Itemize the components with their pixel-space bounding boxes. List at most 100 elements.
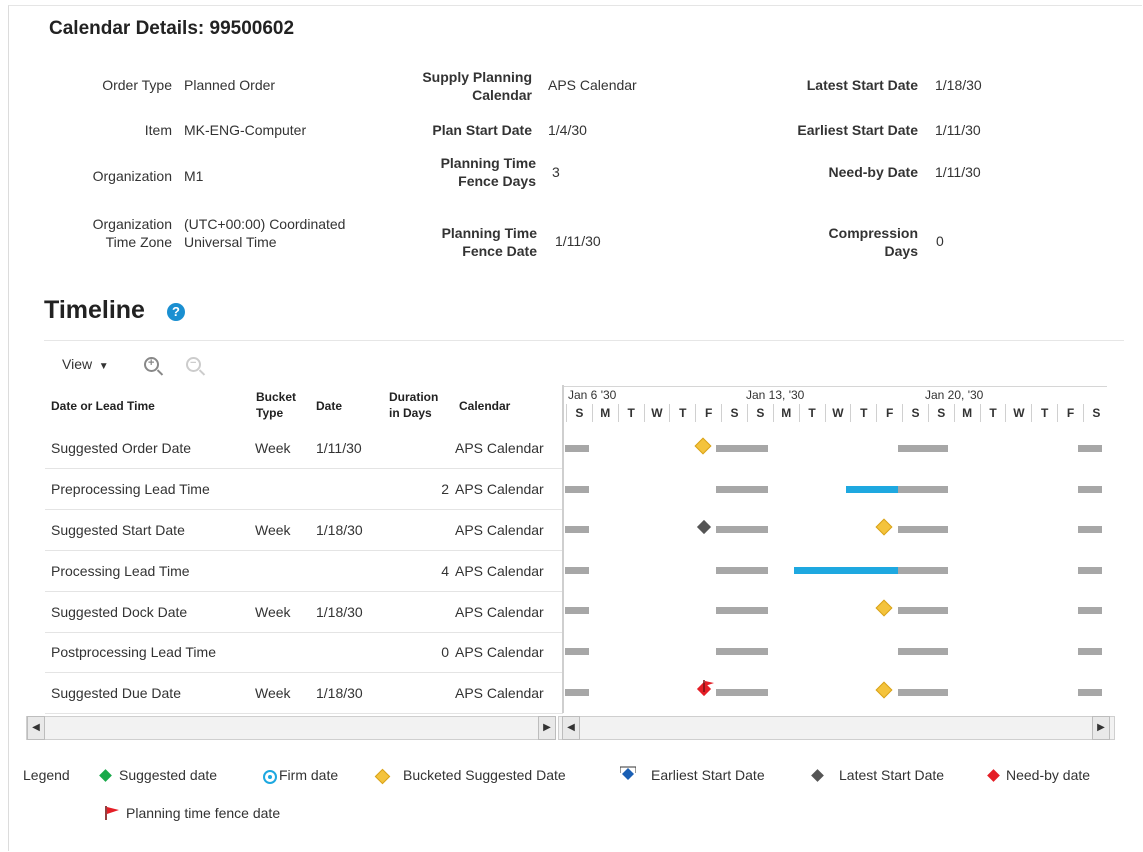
gantt-bar (1078, 526, 1102, 533)
gantt-bar (716, 648, 768, 655)
day-header-cell: F (695, 404, 721, 422)
latest-start-label: Latest Start Date (806, 77, 918, 93)
day-header-cell: W (824, 404, 851, 422)
gantt-bar (716, 526, 768, 533)
table-row[interactable]: Suggested Start Date Week 1/18/30 APS Ca… (45, 510, 563, 551)
gantt-bar (716, 689, 768, 696)
row-name: Postprocessing Lead Time (51, 644, 216, 660)
col-header-bucket[interactable]: Bucket Type (256, 389, 296, 421)
scroll-left-icon[interactable]: ◀ (562, 716, 580, 740)
row-calendar: APS Calendar (455, 522, 544, 538)
day-header-cell: T (798, 404, 825, 422)
ptf-date-label-line1: Planning Time (441, 225, 537, 241)
scroll-right-icon[interactable]: ▶ (1092, 716, 1110, 740)
col-header-duration-line1: Duration (389, 390, 439, 404)
table-row[interactable]: Suggested Due Date Week 1/18/30 APS Cale… (45, 673, 563, 714)
order-type-label: Order Type (102, 77, 172, 93)
legend-latest: Latest Start Date (839, 767, 945, 783)
row-calendar: APS Calendar (455, 685, 544, 701)
lead-time-bar[interactable] (794, 567, 898, 574)
order-type-value: Planned Order (184, 77, 276, 93)
row-date: 1/18/30 (316, 522, 363, 538)
supply-calendar-label-line2: Calendar (472, 87, 532, 103)
lead-time-bar[interactable] (846, 486, 898, 493)
org-timezone-label-line2: Time Zone (105, 234, 172, 250)
col-header-name[interactable]: Date or Lead Time (51, 398, 155, 414)
ptf-days-label-line2: Fence Days (458, 173, 536, 189)
ptf-days-label: Planning Time Fence Days (380, 154, 536, 190)
col-header-calendar[interactable]: Calendar (459, 398, 510, 414)
row-calendar: APS Calendar (455, 440, 544, 456)
planning-time-fence-flag-icon[interactable] (703, 680, 715, 692)
scroll-right-icon[interactable]: ▶ (538, 716, 556, 740)
row-duration: 2 (441, 481, 449, 497)
gantt-bar (1078, 567, 1102, 574)
timeline-title: Timeline (44, 296, 145, 324)
row-duration: 0 (441, 644, 449, 660)
row-calendar: APS Calendar (455, 481, 544, 497)
legend-title: Legend (23, 767, 70, 783)
supply-calendar-label: Supply Planning Calendar (380, 68, 532, 104)
day-header-cell: T (1031, 404, 1057, 422)
gantt-bar (565, 526, 589, 533)
day-header-cell: S (902, 404, 928, 422)
compression-days-label-line2: Days (884, 243, 918, 259)
earliest-start-label: Earliest Start Date (797, 122, 918, 138)
legend-suggested: Suggested date (119, 767, 218, 783)
view-menu-label: View (62, 356, 93, 372)
table-row[interactable]: Suggested Order Date Week 1/11/30 APS Ca… (45, 428, 563, 469)
table-row[interactable]: Preprocessing Lead Time 2 APS Calendar (45, 469, 563, 510)
gantt-header-line (564, 386, 1107, 387)
table-row[interactable]: Postprocessing Lead Time 0 APS Calendar (45, 632, 563, 673)
row-name: Suggested Dock Date (51, 604, 188, 620)
gantt-horizontal-scrollbar[interactable] (558, 716, 1115, 740)
view-menu-button[interactable]: View ▼ (62, 356, 109, 372)
planning-time-fence-flag-icon (105, 806, 119, 820)
day-header-cell: S (927, 404, 954, 422)
row-calendar: APS Calendar (455, 644, 544, 660)
zoom-in-icon[interactable]: + (144, 357, 159, 372)
zoom-out-icon[interactable]: − (186, 357, 201, 372)
row-date: 1/18/30 (316, 604, 363, 620)
row-date: 1/11/30 (316, 440, 362, 456)
col-header-duration[interactable]: Duration in Days (389, 389, 438, 421)
gantt-bar (565, 648, 589, 655)
table-row[interactable]: Suggested Dock Date Week 1/18/30 APS Cal… (45, 592, 563, 633)
col-header-date[interactable]: Date (316, 398, 342, 414)
legend-bucketed: Bucketed Suggested Date (403, 767, 566, 783)
row-bucket: Week (255, 522, 291, 538)
row-duration: 4 (441, 563, 449, 579)
day-header-cell: F (876, 404, 902, 422)
col-header-bucket-line2: Type (256, 406, 284, 420)
day-header-cell: M (591, 404, 618, 422)
org-timezone-label: Organization Time Zone (40, 215, 172, 251)
latest-start-value: 1/18/30 (935, 77, 982, 93)
timeline-divider (44, 340, 1124, 341)
chevron-down-icon: ▼ (95, 361, 109, 372)
help-icon[interactable]: ? (167, 303, 185, 321)
scroll-left-icon[interactable]: ◀ (27, 716, 45, 740)
supply-calendar-value: APS Calendar (548, 77, 637, 93)
supply-calendar-label-line1: Supply Planning (422, 69, 532, 85)
gantt-bar (1078, 648, 1102, 655)
day-header-cell: T (669, 404, 695, 422)
gantt-bar (898, 486, 948, 493)
table-horizontal-scrollbar[interactable] (26, 716, 556, 740)
compression-days-label: Compression Days (760, 224, 918, 260)
ptf-days-label-line1: Planning Time (440, 155, 536, 171)
row-bucket: Week (255, 440, 291, 456)
gantt-bar (565, 567, 589, 574)
gantt-bar (898, 526, 948, 533)
gantt-bar (716, 445, 768, 452)
firm-date-legend-icon (263, 770, 277, 784)
org-timezone-value-line2: Universal Time (184, 234, 277, 250)
gantt-bar (565, 445, 589, 452)
col-header-duration-line2: in Days (389, 406, 432, 420)
gantt-bar (1078, 689, 1102, 696)
ptf-date-label-line2: Fence Date (462, 243, 537, 259)
table-row[interactable]: Processing Lead Time 4 APS Calendar (45, 551, 563, 592)
gantt-splitter[interactable] (562, 385, 564, 713)
day-header-cell: S (746, 404, 773, 422)
organization-label: Organization (92, 168, 172, 184)
day-header-cell: T (979, 404, 1006, 422)
